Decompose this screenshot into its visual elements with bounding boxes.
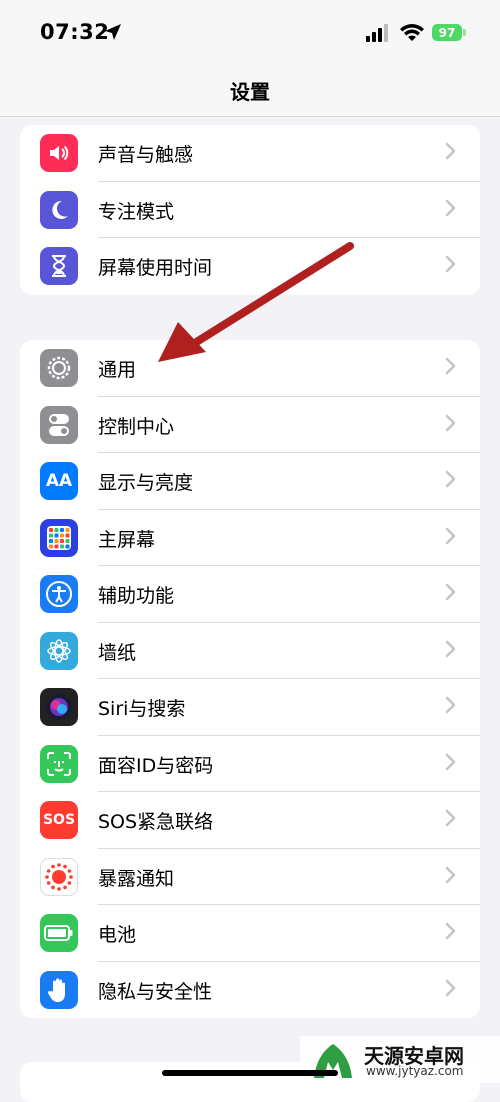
home-indicator <box>162 1070 338 1076</box>
settings-row-toggle[interactable]: 控制中心 <box>20 397 480 453</box>
aa-icon: AA <box>40 462 78 500</box>
chevron-right-icon <box>445 979 456 996</box>
chevron-right-icon <box>445 753 456 770</box>
settings-row-label: 暴露通知 <box>98 867 175 890</box>
watermark-url: www.jytyaz.com <box>366 1064 464 1078</box>
chevron-right-icon <box>445 809 456 827</box>
settings-row-label: 主屏幕 <box>98 528 156 551</box>
settings-row-faceid[interactable]: 面容ID与密码 <box>20 736 480 792</box>
chevron-right-icon <box>445 142 456 160</box>
chevron-right-icon <box>445 527 456 544</box>
settings-row-label: 电池 <box>98 924 137 946</box>
chevron-right-icon <box>445 199 456 216</box>
chevron-right-icon <box>445 866 456 883</box>
home-grid-icon <box>40 518 78 557</box>
chevron-right-icon <box>445 470 456 488</box>
settings-row-label: 显示与亮度 <box>98 472 194 494</box>
hourglass-icon <box>40 247 78 285</box>
battery-level: 97 <box>438 25 456 40</box>
settings-row-siri[interactable]: Siri与搜索 <box>20 679 480 736</box>
chevron-right-icon <box>445 696 456 714</box>
sos-glyph: SOS <box>42 812 76 828</box>
settings-row-label: 通用 <box>98 359 137 381</box>
accessibility-icon <box>40 575 78 613</box>
settings-row-label: Siri与搜索 <box>98 698 186 720</box>
chevron-right-icon <box>445 414 456 431</box>
settings-row-moon[interactable]: 专注模式 <box>20 182 480 238</box>
chevron-right-icon <box>445 583 456 601</box>
settings-row-label: 隐私与安全性 <box>98 980 213 1003</box>
settings-row-battery[interactable]: 电池 <box>20 905 480 962</box>
status-time: 07:32 <box>40 20 110 44</box>
settings-row-label: SOS紧急联络 <box>98 811 214 833</box>
settings-group-1: 声音与触感专注模式屏幕使用时间 <box>20 125 480 295</box>
settings-row-home-grid[interactable]: 主屏幕 <box>20 510 480 566</box>
chevron-right-icon <box>445 255 456 273</box>
settings-row-label: 专注模式 <box>98 200 175 223</box>
siri-icon <box>40 688 78 726</box>
aa-glyph: AA <box>45 471 73 491</box>
wifi-icon <box>400 24 424 41</box>
settings-row-label: 屏幕使用时间 <box>98 257 213 279</box>
settings-row-accessibility[interactable]: 辅助功能 <box>20 566 480 623</box>
faceid-icon <box>40 744 78 783</box>
speaker-icon <box>40 134 78 172</box>
toggle-icon <box>40 405 78 444</box>
settings-row-hourglass[interactable]: 屏幕使用时间 <box>20 238 480 295</box>
sos-icon: SOS <box>40 801 78 839</box>
settings-row-aa[interactable]: AA 显示与亮度 <box>20 453 480 510</box>
settings-row-exposure[interactable]: 暴露通知 <box>20 849 480 905</box>
settings-group-2: 通用 控制中心 AA 显示与亮度 主屏幕 辅助功能 墙纸 Siri与搜索 面容ID与密码 SOS S… <box>20 340 480 1018</box>
moon-icon <box>40 190 78 229</box>
page-title: 设置 <box>230 80 270 104</box>
chevron-right-icon <box>445 922 456 940</box>
settings-row-label: 面容ID与密码 <box>98 754 214 777</box>
settings-row-flower[interactable]: 墙纸 <box>20 623 480 679</box>
location-arrow-icon <box>105 24 121 40</box>
exposure-icon <box>40 857 78 896</box>
status-bar: 07:32 97 <box>0 0 500 64</box>
chevron-right-icon <box>445 640 456 657</box>
battery-indicator: 97 <box>432 24 462 41</box>
settings-row-label: 辅助功能 <box>98 585 175 607</box>
battery-nub <box>463 29 466 36</box>
settings-row-gear[interactable]: 通用 <box>20 340 480 397</box>
settings-row-label: 墙纸 <box>98 641 137 664</box>
gear-icon <box>40 349 78 387</box>
nav-bar: 设置 <box>0 64 500 117</box>
cellular-signal-icon <box>366 24 388 42</box>
battery-icon <box>40 914 78 952</box>
settings-row-label: 声音与触感 <box>98 144 194 166</box>
settings-row-label: 控制中心 <box>98 415 175 438</box>
flower-icon <box>40 631 78 670</box>
chevron-right-icon <box>445 357 456 375</box>
settings-row-speaker[interactable]: 声音与触感 <box>20 125 480 182</box>
hand-icon <box>40 970 78 1009</box>
settings-row-hand[interactable]: 隐私与安全性 <box>20 962 480 1019</box>
settings-row-sos[interactable]: SOS SOS紧急联络 <box>20 792 480 849</box>
